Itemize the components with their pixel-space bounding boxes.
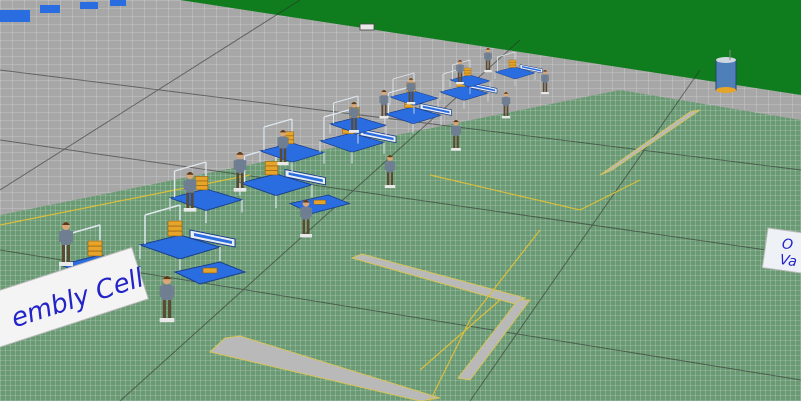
right-label-line-2: Va <box>779 252 798 270</box>
right-label-line-1: O <box>781 236 794 253</box>
small-marker <box>359 23 375 31</box>
parts-box-stack-icon <box>167 220 183 237</box>
3d-simulation-viewport[interactable]: embly Cell O Va <box>0 0 801 401</box>
parts-box-stack-icon <box>87 240 103 257</box>
parts-box-stack-icon <box>194 176 209 191</box>
right-floor-label: O Va <box>761 227 801 276</box>
factory-floor-scene: embly Cell O Va <box>0 0 801 401</box>
parts-box-stack-icon <box>264 161 279 176</box>
parts-box-stack-icon <box>508 59 517 68</box>
parts-box-stack-icon <box>463 67 472 76</box>
